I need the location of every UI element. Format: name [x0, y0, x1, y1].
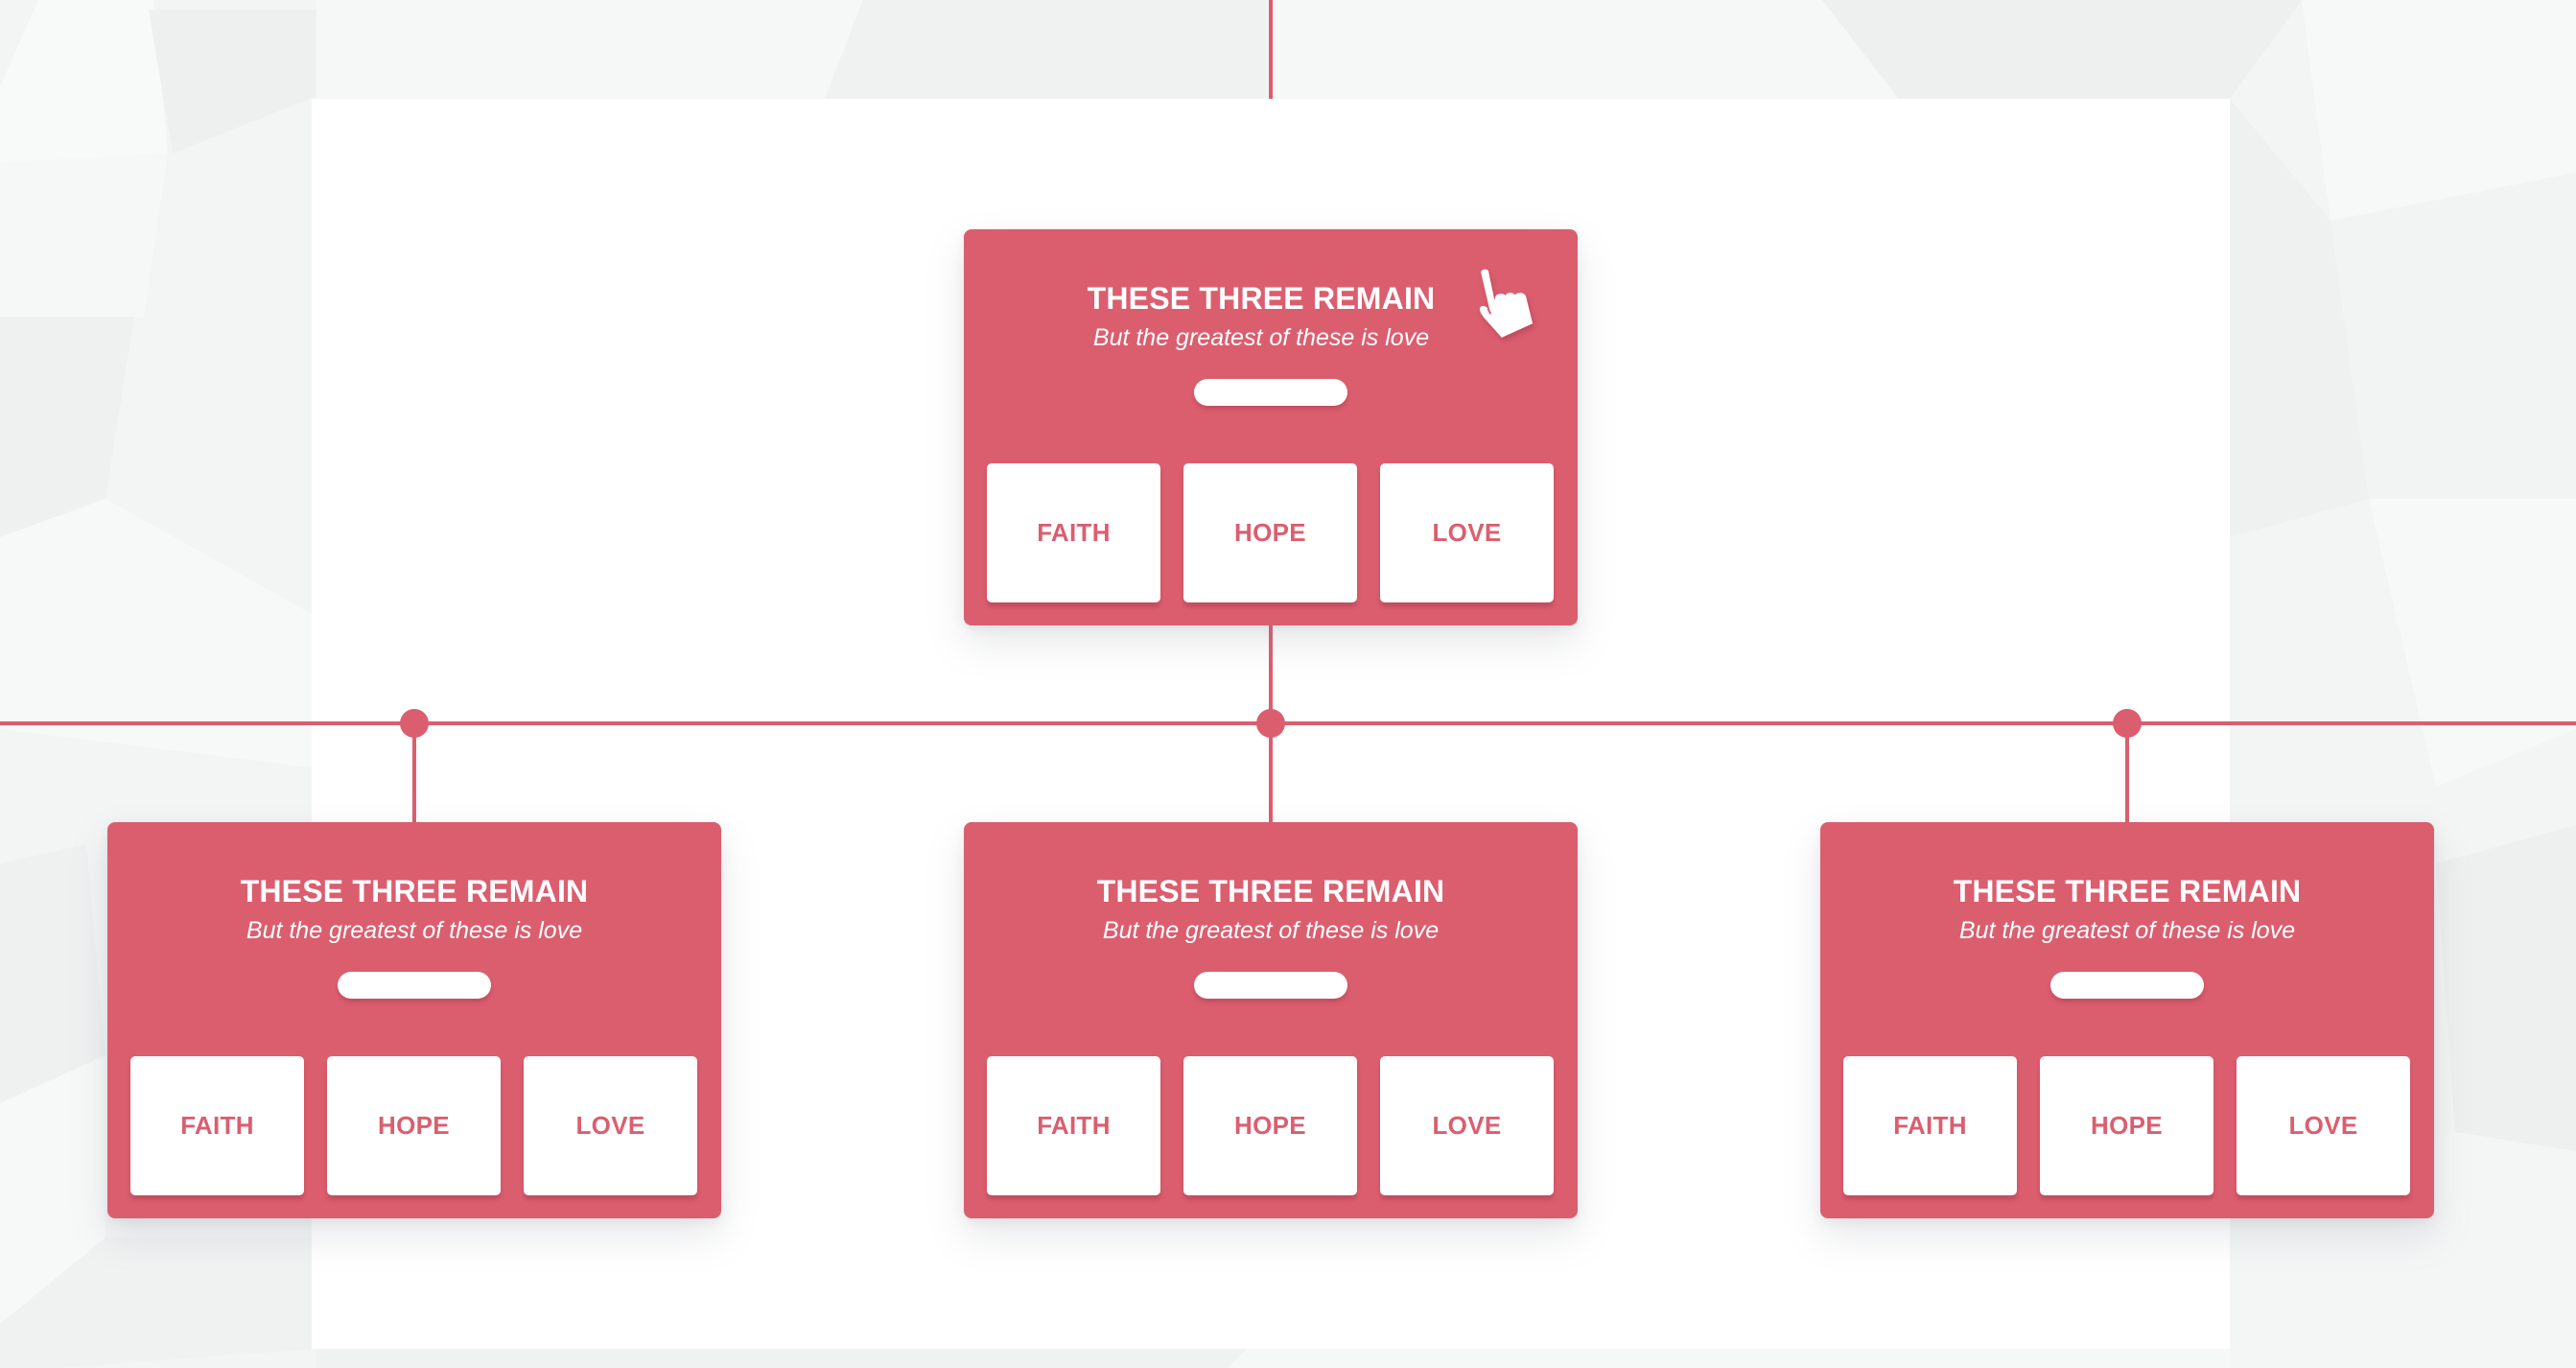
tile-faith[interactable]: FAITH — [130, 1056, 304, 1195]
tile-hope[interactable]: HOPE — [1183, 1056, 1357, 1195]
card-title: THESE THREE REMAIN — [240, 874, 589, 908]
tile-hope[interactable]: HOPE — [327, 1056, 501, 1195]
root-card[interactable]: THESE THREE REMAIN But the greatest of t… — [964, 229, 1578, 625]
card-subtitle: But the greatest of these is love — [1102, 917, 1440, 944]
card-subtitle: But the greatest of these is love — [246, 917, 583, 944]
card-pill-button[interactable] — [2050, 972, 2204, 999]
tile-faith[interactable]: FAITH — [987, 1056, 1160, 1195]
tile-love[interactable]: LOVE — [1380, 1056, 1554, 1195]
tile-faith[interactable]: FAITH — [987, 463, 1160, 602]
card-subtitle: But the greatest of these is love — [1958, 917, 2296, 944]
child-card-right[interactable]: THESE THREE REMAIN But the greatest of t… — [1820, 822, 2434, 1218]
pointing-hand-icon — [1480, 269, 1534, 338]
tile-love[interactable]: LOVE — [2236, 1056, 2410, 1195]
card-title: THESE THREE REMAIN — [1096, 874, 1445, 908]
tile-hope[interactable]: HOPE — [2040, 1056, 2213, 1195]
card-pill-button[interactable] — [338, 972, 491, 999]
tile-faith[interactable]: FAITH — [1843, 1056, 2017, 1195]
root-card-pill-button[interactable] — [1194, 379, 1347, 406]
card-title: THESE THREE REMAIN — [1953, 874, 2302, 908]
child-card-center[interactable]: THESE THREE REMAIN But the greatest of t… — [964, 822, 1578, 1218]
tile-hope[interactable]: HOPE — [1183, 463, 1357, 602]
tile-love[interactable]: LOVE — [524, 1056, 697, 1195]
card-pill-button[interactable] — [1194, 972, 1347, 999]
child-card-left[interactable]: THESE THREE REMAIN But the greatest of t… — [107, 822, 721, 1218]
tile-love[interactable]: LOVE — [1380, 463, 1554, 602]
